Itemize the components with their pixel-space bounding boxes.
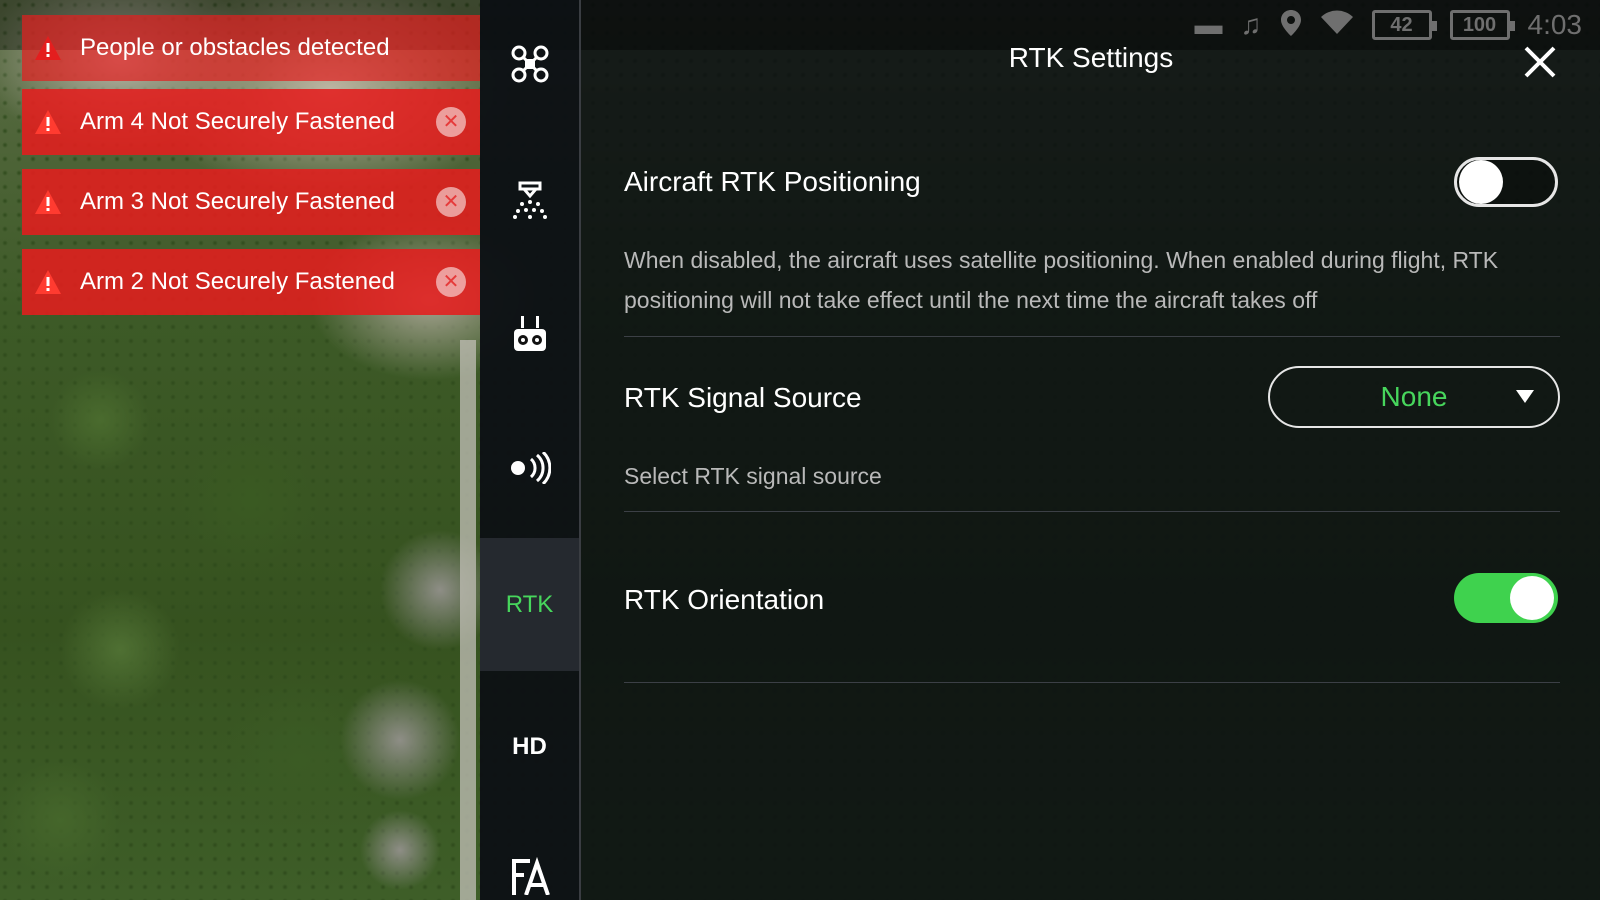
close-icon[interactable]: ✕	[436, 187, 466, 217]
orientation-toggle[interactable]	[1454, 573, 1558, 623]
aircraft-rtk-description: When disabled, the aircraft uses satelli…	[624, 247, 1499, 313]
nav-item-remote-controller[interactable]	[480, 270, 579, 403]
general-settings-icon	[510, 855, 550, 900]
alert-text: People or obstacles detected	[80, 34, 390, 61]
signal-source-dropdown[interactable]: None	[1268, 366, 1560, 428]
toggle-knob	[1510, 576, 1554, 620]
alert-banner[interactable]: Arm 2 Not Securely Fastened ✕	[22, 249, 480, 315]
remote-controller-icon	[510, 314, 550, 359]
close-button[interactable]	[1520, 42, 1560, 82]
close-icon[interactable]: ✕	[436, 107, 466, 137]
aircraft-rtk-title: Aircraft RTK Positioning	[624, 166, 921, 197]
map-dim-overlay	[480, 0, 1600, 900]
remote-controller-icon: ▬	[1194, 9, 1223, 40]
alert-banner[interactable]: Arm 4 Not Securely Fastened ✕	[22, 89, 480, 155]
warning-icon	[34, 189, 62, 215]
signal-source-description: Select RTK signal source	[624, 463, 882, 489]
spray-icon	[510, 180, 550, 225]
orientation-title: RTK Orientation	[624, 584, 825, 615]
alert-banner[interactable]: People or obstacles detected	[22, 15, 480, 81]
divider	[624, 682, 1560, 683]
nav-item-hd[interactable]: HD	[480, 680, 579, 813]
warning-icon	[34, 35, 62, 61]
alert-text: Arm 4 Not Securely Fastened	[80, 108, 395, 135]
warning-icon	[34, 109, 62, 135]
chevron-down-icon	[1516, 390, 1534, 403]
aircraft-battery-indicator: 42	[1371, 10, 1437, 40]
location-icon	[1280, 9, 1302, 42]
rtk-icon: RTK	[505, 590, 554, 618]
alert-banner[interactable]: Arm 3 Not Securely Fastened ✕	[22, 169, 480, 235]
controller-battery-value: 100	[1462, 13, 1497, 36]
music-off-icon: ♫	[1240, 9, 1262, 40]
wifi-icon	[1320, 10, 1354, 41]
settings-nav: RTK HD	[480, 0, 581, 900]
page-title: RTK Settings	[1008, 42, 1174, 73]
signal-source-value: None	[1380, 381, 1448, 412]
signal-icon	[509, 450, 551, 489]
nav-item-aircraft[interactable]	[480, 0, 579, 133]
status-indicators: ▬ ♫ 42 100 4:03	[1194, 6, 1583, 44]
alert-text: Arm 3 Not Securely Fastened	[80, 188, 395, 215]
warning-icon	[34, 269, 62, 295]
nav-item-signal[interactable]	[480, 404, 579, 537]
signal-source-title: RTK Signal Source	[624, 382, 862, 413]
map-road	[460, 340, 476, 900]
nav-item-spray[interactable]	[480, 136, 579, 269]
alert-text: Arm 2 Not Securely Fastened	[80, 268, 395, 295]
nav-item-rtk[interactable]: RTK	[480, 538, 579, 671]
aircraft-battery-value: 42	[1390, 13, 1413, 36]
aircraft-rtk-toggle[interactable]	[1454, 157, 1558, 207]
toggle-knob	[1459, 160, 1503, 204]
divider	[624, 336, 1560, 337]
aircraft-icon	[510, 44, 550, 89]
nav-item-general[interactable]	[480, 820, 579, 900]
controller-battery-indicator: 100	[1449, 10, 1515, 40]
clock: 4:03	[1527, 9, 1583, 40]
close-icon	[1524, 46, 1556, 78]
hd-icon: HD	[512, 732, 547, 760]
close-icon[interactable]: ✕	[436, 267, 466, 297]
divider	[624, 511, 1560, 512]
